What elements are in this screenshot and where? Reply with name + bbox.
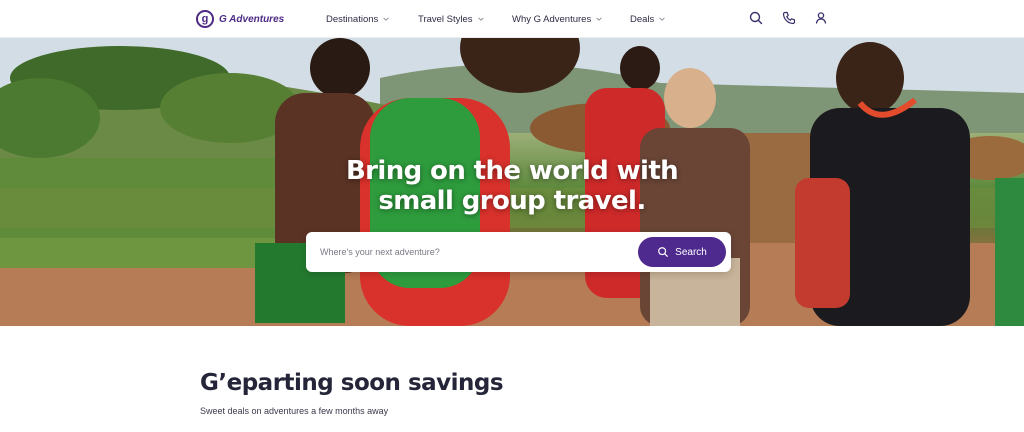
nav-item-label: Travel Styles (418, 13, 473, 25)
nav-item-why-g-adventures[interactable]: Why G Adventures (512, 12, 603, 26)
brand-name: G Adventures (219, 13, 285, 25)
hero-title: Bring on the world with small group trav… (345, 156, 679, 216)
search-button[interactable]: Search (638, 237, 726, 267)
chevron-down-icon (596, 17, 602, 21)
nav-item-deals[interactable]: Deals (630, 12, 666, 26)
hero-banner: Bring on the world with small group trav… (0, 38, 1024, 326)
nav-item-label: Why G Adventures (512, 13, 592, 25)
chevron-down-icon (659, 17, 666, 21)
nav-item-label: Destinations (326, 13, 379, 25)
site-header: g G Adventures Destinations Travel Style… (0, 0, 1024, 38)
search-icon (658, 247, 669, 257)
nav-item-label: Deals (630, 13, 655, 25)
nav-item-travel-styles[interactable]: Travel Styles (418, 12, 485, 26)
nav-item-destinations[interactable]: Destinations (326, 12, 390, 26)
phone-icon[interactable] (781, 10, 797, 26)
chevron-down-icon (383, 17, 390, 21)
section-title: G’eparting soon savings (200, 370, 504, 396)
brand-logo-mark: g (196, 10, 214, 28)
user-icon[interactable] (813, 10, 829, 26)
search-button-label: Search (675, 246, 707, 258)
chevron-down-icon (477, 17, 484, 21)
hero-search-bar: Search (306, 232, 731, 272)
brand-logo[interactable]: g G Adventures (196, 9, 284, 29)
section-subtitle: Sweet deals on adventures a few months a… (200, 406, 389, 416)
search-input[interactable] (320, 242, 620, 262)
search-icon[interactable] (748, 10, 764, 26)
